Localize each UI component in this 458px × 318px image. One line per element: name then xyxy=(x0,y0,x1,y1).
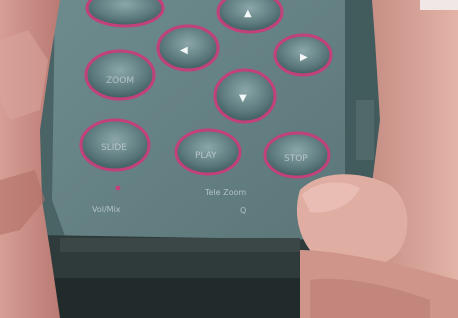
button-left-mid: ZOOM xyxy=(84,49,156,101)
button-top-left xyxy=(85,0,165,28)
button-top-center: ▲ xyxy=(216,0,284,34)
button-right-low: STOP xyxy=(263,131,331,179)
indicator-dot xyxy=(115,185,121,191)
button-left-low-label: SLIDE xyxy=(101,143,127,153)
svg-text:▲: ▲ xyxy=(244,8,252,19)
button-center-low-label: PLAY xyxy=(195,151,217,161)
button-center-low: PLAY xyxy=(174,128,242,176)
button-right-low-label: STOP xyxy=(284,154,308,164)
button-arrow-down: ▼ xyxy=(213,68,277,124)
button-arrow-right: ▶ xyxy=(273,33,333,77)
photo-scene: ▲ ◀ ▶ ZOOM ▼ SLIDE PLAY STOP Vol/Mix Tel… xyxy=(0,0,458,318)
panel-label-left: Vol/Mix xyxy=(92,205,121,214)
panel-label-center-sub: Q xyxy=(240,206,246,215)
button-left-low: SLIDE xyxy=(79,118,151,172)
button-left-mid-label: ZOOM xyxy=(106,76,134,86)
button-arrow-left: ◀ xyxy=(156,24,220,72)
svg-text:▼: ▼ xyxy=(239,93,247,104)
svg-text:◀: ◀ xyxy=(180,45,188,56)
panel-label-center: Tele Zoom xyxy=(204,188,246,197)
svg-text:▶: ▶ xyxy=(300,52,308,63)
background-sliver xyxy=(420,0,458,10)
remote-photo: ▲ ◀ ▶ ZOOM ▼ SLIDE PLAY STOP Vol/Mix Tel… xyxy=(0,0,458,318)
